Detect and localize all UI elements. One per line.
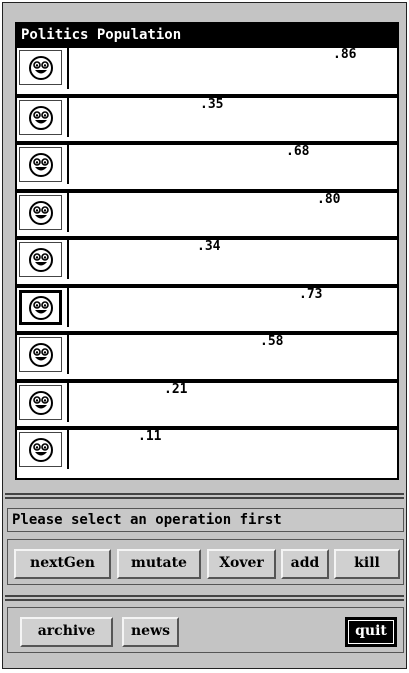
population-row[interactable]: .11 (17, 426, 397, 469)
app-window: Politics Population .86 .35 .68 .80 .34 .73 .5… (2, 2, 407, 669)
archive-button[interactable]: archive (20, 617, 113, 647)
smiley-face-icon[interactable] (19, 432, 62, 467)
news-button[interactable]: news (122, 617, 179, 647)
smiley-face-icon[interactable] (19, 195, 62, 230)
fitness-value: .80 (317, 192, 341, 207)
fitness-value: .86 (333, 47, 357, 62)
smiley-face-icon[interactable] (19, 337, 62, 372)
mutate-button[interactable]: mutate (117, 549, 201, 579)
fitness-value: .34 (197, 239, 221, 254)
population-row[interactable]: .73 (17, 284, 397, 327)
smiley-face-icon[interactable] (19, 290, 62, 325)
operations-toolbar: nextGen mutate Xover add kill (7, 539, 404, 585)
population-list: Politics Population .86 .35 .68 .80 .34 .73 .5… (15, 22, 399, 480)
footer-toolbar: archive news quit (7, 607, 404, 653)
fitness-cell: .58 (67, 335, 397, 374)
separator (5, 493, 404, 499)
fitness-value: .11 (138, 429, 162, 444)
smiley-face-icon[interactable] (19, 242, 62, 277)
fitness-value: .35 (200, 97, 224, 112)
smiley-face-icon[interactable] (19, 147, 62, 182)
fitness-cell: .11 (67, 430, 397, 469)
smiley-face-icon[interactable] (19, 385, 62, 420)
population-title: Politics Population (17, 24, 397, 46)
population-row[interactable]: .68 (17, 141, 397, 184)
quit-button[interactable]: quit (345, 617, 397, 647)
fitness-cell: .35 (67, 98, 397, 137)
xover-button[interactable]: Xover (207, 549, 276, 579)
population-row[interactable]: .80 (17, 189, 397, 232)
smiley-face-icon[interactable] (19, 50, 62, 85)
status-message: Please select an operation first (7, 508, 404, 532)
fitness-value: .73 (299, 287, 323, 302)
fitness-cell: .86 (67, 48, 397, 89)
kill-button[interactable]: kill (334, 549, 400, 579)
fitness-cell: .68 (67, 145, 397, 184)
population-row[interactable]: .35 (17, 94, 397, 137)
population-row[interactable]: .58 (17, 331, 397, 374)
add-button[interactable]: add (281, 549, 329, 579)
population-row[interactable]: .21 (17, 379, 397, 422)
fitness-cell: .34 (67, 240, 397, 279)
fitness-cell: .73 (67, 288, 397, 327)
next-gen-button[interactable]: nextGen (14, 549, 111, 579)
population-row[interactable]: .86 (17, 46, 397, 89)
fitness-cell: .21 (67, 383, 397, 422)
fitness-value: .58 (260, 334, 284, 349)
fitness-value: .68 (286, 144, 310, 159)
smiley-face-icon[interactable] (19, 100, 62, 135)
population-row[interactable]: .34 (17, 236, 397, 279)
fitness-cell: .80 (67, 193, 397, 232)
fitness-value: .21 (164, 382, 188, 397)
separator (5, 595, 404, 601)
